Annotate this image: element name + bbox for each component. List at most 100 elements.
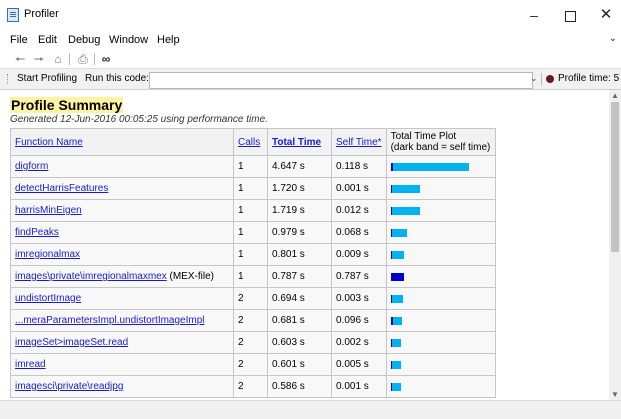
time-plot-bar [390, 228, 491, 237]
function-link[interactable]: findPeaks [15, 227, 59, 238]
bottom-status-bar [0, 400, 621, 419]
time-plot-bar [390, 184, 491, 193]
time-plot-cell [385, 155, 496, 178]
self-time-cell: 0.787 s [331, 265, 387, 288]
function-link[interactable]: harrisMinEigen [15, 205, 82, 216]
time-plot-bar [390, 272, 491, 281]
menu-edit[interactable]: Edit [38, 34, 57, 46]
function-name-cell: images\private\imregionalmaxmex (MEX-fil… [10, 265, 234, 288]
function-name-cell: imregionalmax [10, 243, 234, 266]
function-link[interactable]: digform [15, 161, 48, 172]
function-link[interactable]: imagesci\private\readjpg [15, 381, 123, 392]
time-plot-bar [390, 206, 491, 215]
calls-cell: 1 [233, 243, 268, 266]
function-link[interactable]: imageSet>imageSet.read [15, 337, 128, 348]
run-code-input[interactable] [149, 72, 533, 89]
calls-cell: 1 [233, 177, 268, 200]
function-link[interactable]: detectHarrisFeatures [15, 183, 108, 194]
time-plot-cell [385, 309, 496, 332]
header-self-time[interactable]: Self Time* [331, 128, 387, 156]
sort-by-total-link[interactable]: Total Time [272, 137, 321, 148]
run-this-code-label: Run this code: [85, 73, 149, 84]
print-icon[interactable]: ⎙ [76, 52, 90, 66]
close-button[interactable]: ✕ [588, 4, 621, 26]
home-icon[interactable]: ⌂ [51, 52, 65, 66]
self-time-bar [390, 228, 392, 237]
function-name-cell: imagesci\private\readjpg [10, 375, 234, 398]
table-row: detectHarrisFeatures 1 1.720 s 0.001 s [10, 177, 496, 200]
total-time-bar [390, 228, 407, 237]
menu-file[interactable]: File [10, 34, 28, 46]
time-plot-bar [390, 382, 491, 391]
calls-cell: 1 [233, 265, 268, 288]
time-plot-bar [390, 294, 491, 303]
toolbar-grip [7, 74, 10, 84]
table-body: digform 1 4.647 s 0.118 s detectHarrisFeatur… [10, 155, 496, 398]
total-time-cell: 0.603 s [267, 331, 332, 354]
function-link[interactable]: undistortImage [15, 293, 81, 304]
code-history-dropdown-icon[interactable]: ⌄ [530, 73, 538, 84]
total-time-cell: 0.801 s [267, 243, 332, 266]
self-time-bar [390, 382, 392, 391]
self-time-cell: 0.002 s [331, 331, 387, 354]
table-row: imread 2 0.601 s 0.005 s [10, 353, 496, 376]
vertical-scrollbar[interactable]: ▲ ▼ [609, 90, 621, 400]
self-time-cell: 0.096 s [331, 309, 387, 332]
minimize-button[interactable]: – [516, 4, 552, 26]
header-total-time[interactable]: Total Time [267, 128, 332, 156]
table-row: undistortImage 2 0.694 s 0.003 s [10, 287, 496, 310]
time-plot-bar [390, 360, 491, 369]
menu-overflow-chevron-icon[interactable]: ⌄ [609, 33, 617, 44]
scroll-up-icon[interactable]: ▲ [611, 91, 619, 100]
function-link[interactable]: ...meraParametersImpl.undistortImageImpl [15, 315, 205, 326]
header-calls[interactable]: Calls [233, 128, 268, 156]
total-time-cell: 1.719 s [267, 199, 332, 222]
scrollbar-thumb[interactable] [611, 102, 619, 252]
maximize-icon [564, 10, 576, 22]
page-title: Profile Summary [10, 97, 124, 113]
sort-by-calls-link[interactable]: Calls [238, 137, 260, 148]
sort-by-name-link[interactable]: Function Name [15, 137, 83, 148]
find-binoculars-icon[interactable]: ∞ [99, 52, 113, 66]
maximize-button[interactable] [552, 4, 588, 26]
scroll-down-icon[interactable]: ▼ [611, 390, 619, 399]
menu-help[interactable]: Help [157, 34, 180, 46]
time-plot-bar [390, 338, 491, 347]
table-row: digform 1 4.647 s 0.118 s [10, 155, 496, 178]
function-link[interactable]: imregionalmax [15, 249, 80, 260]
total-time-cell: 0.787 s [267, 265, 332, 288]
table-row: images\private\imregionalmaxmex (MEX-fil… [10, 265, 496, 288]
table-header-row: Function Name Calls Total Time Self Time… [10, 128, 496, 156]
time-plot-cell [385, 375, 496, 398]
back-arrow-icon[interactable]: 🠔 [13, 52, 27, 66]
total-time-bar [390, 360, 401, 369]
profiler-window: Profiler – ✕ File Edit Debug Window Help… [0, 0, 621, 419]
self-time-bar [390, 316, 393, 325]
calls-cell: 2 [233, 331, 268, 354]
profile-time-label: Profile time: 5 [558, 73, 620, 84]
profiler-app-icon [7, 8, 19, 22]
self-time-cell: 0.003 s [331, 287, 387, 310]
function-name-cell: harrisMinEigen [10, 199, 234, 222]
menu-window[interactable]: Window [109, 34, 148, 46]
function-name-cell: ...meraParametersImpl.undistortImageImpl [10, 309, 234, 332]
total-time-bar [390, 250, 404, 259]
start-profiling-button[interactable]: Start Profiling [17, 73, 77, 84]
self-time-cell: 0.118 s [331, 155, 387, 178]
total-time-bar [390, 294, 403, 303]
time-plot-cell [385, 287, 496, 310]
time-plot-bar [390, 250, 491, 259]
forward-arrow-icon[interactable]: 🠖 [32, 52, 46, 66]
time-plot-cell [385, 331, 496, 354]
header-function-name[interactable]: Function Name [10, 128, 234, 156]
self-time-bar [390, 184, 392, 193]
menu-debug[interactable]: Debug [68, 34, 100, 46]
total-time-bar [390, 338, 401, 347]
function-link[interactable]: imread [15, 359, 46, 370]
toolbar: 🠔 🠖 ⌂ ⎙ ∞ [0, 50, 621, 69]
sort-by-self-link[interactable]: Self Time* [336, 137, 382, 148]
function-link[interactable]: images\private\imregionalmaxmex [15, 271, 167, 282]
calls-cell: 2 [233, 353, 268, 376]
total-time-cell: 0.979 s [267, 221, 332, 244]
total-time-bar [390, 162, 469, 171]
